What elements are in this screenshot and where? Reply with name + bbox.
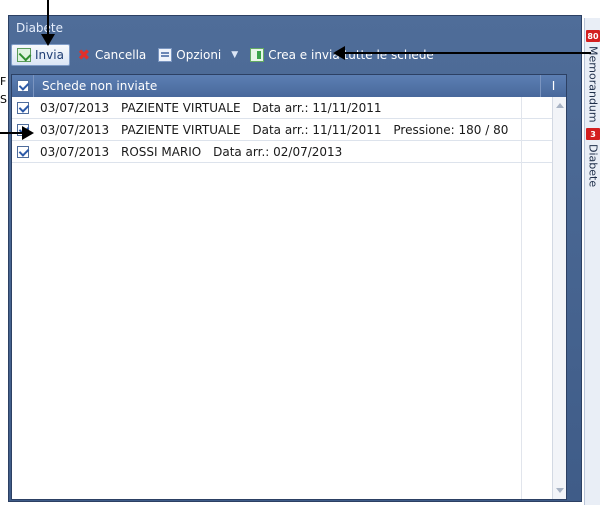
select-all-checkbox-cell [12,75,34,97]
vertical-scrollbar[interactable] [552,97,566,499]
tab-memorandum[interactable]: 80 Memorandum [585,30,600,123]
row-date: 03/07/2013 [40,144,110,159]
options-dropdown[interactable]: Opzioni ▼ [153,44,243,66]
tab-diabete[interactable]: 3 Diabete [585,128,600,187]
cancel-label: Cancella [94,48,147,62]
row-arrival: Data arr.: 11/11/2011 [252,100,382,115]
screen: { "window": { "title": "Diabete" }, "too… [0,0,600,505]
table-row[interactable]: 03/07/2013 ROSSI MARIO Data arr.: 02/07/… [12,141,552,163]
side-tab-strip: 80 Memorandum 3 Diabete [584,18,600,505]
chevron-down-icon: ▼ [231,50,239,60]
title-bar: Diabete [9,16,581,40]
grid-rows: 03/07/2013 PAZIENTE VIRTUALE Data arr.: … [12,97,552,499]
diabete-label: Diabete [586,144,600,188]
row-name: PAZIENTE VIRTUALE [121,122,241,137]
row-date: 03/07/2013 [40,100,110,115]
background-fragment-f: F [0,75,7,88]
row-checkbox[interactable] [17,101,29,114]
options-label: Opzioni [176,48,222,62]
background-fragment-s: S [0,93,7,106]
create-send-label: Crea e invia tutte le schede [268,48,434,62]
table-row[interactable]: 03/07/2013 PAZIENTE VIRTUALE Data arr.: … [12,97,552,119]
row-date: 03/07/2013 [40,122,110,137]
row-text: 03/07/2013 ROSSI MARIO Data arr.: 02/07/… [34,145,350,159]
send-icon [17,48,31,62]
delete-x-icon: ✖ [77,46,91,64]
row-name: ROSSI MARIO [121,144,202,159]
scroll-up-icon[interactable] [556,103,564,108]
table-row[interactable]: 03/07/2013 PAZIENTE VIRTUALE Data arr.: … [12,119,552,141]
column-divider [521,97,522,499]
cards-grid: Schede non inviate I 03/07/2013 PAZIENTE… [11,74,567,500]
memorandum-badge: 80 [586,30,600,42]
column-header-title[interactable]: Schede non inviate [34,79,540,93]
row-text: 03/07/2013 PAZIENTE VIRTUALE Data arr.: … [34,123,516,137]
options-icon [158,48,173,62]
row-text: 03/07/2013 PAZIENTE VIRTUALE Data arr.: … [34,101,390,115]
row-name: PAZIENTE VIRTUALE [121,100,241,115]
diabete-badge: 3 [586,128,600,140]
diabete-window: Diabete Invia ✖ Cancella Opzioni ▼ Crea … [8,15,582,502]
row-extra: Pressione: 180 / 80 [393,122,509,137]
column-header-i[interactable]: I [540,75,566,97]
memorandum-label: Memorandum [586,46,600,123]
window-title: Diabete [16,21,64,35]
row-checkbox[interactable] [17,145,29,158]
send-button[interactable]: Invia [11,44,70,66]
cancel-button[interactable]: ✖ Cancella [72,44,151,66]
scroll-down-icon[interactable] [556,488,564,493]
create-send-icon [250,48,265,62]
send-label: Invia [35,48,64,62]
toolbar: Invia ✖ Cancella Opzioni ▼ Crea e invia … [11,42,571,68]
row-arrival: Data arr.: 11/11/2011 [252,122,382,137]
row-arrival: Data arr.: 02/07/2013 [213,144,343,159]
grid-header: Schede non inviate I [12,75,566,97]
select-all-checkbox[interactable] [16,80,29,92]
